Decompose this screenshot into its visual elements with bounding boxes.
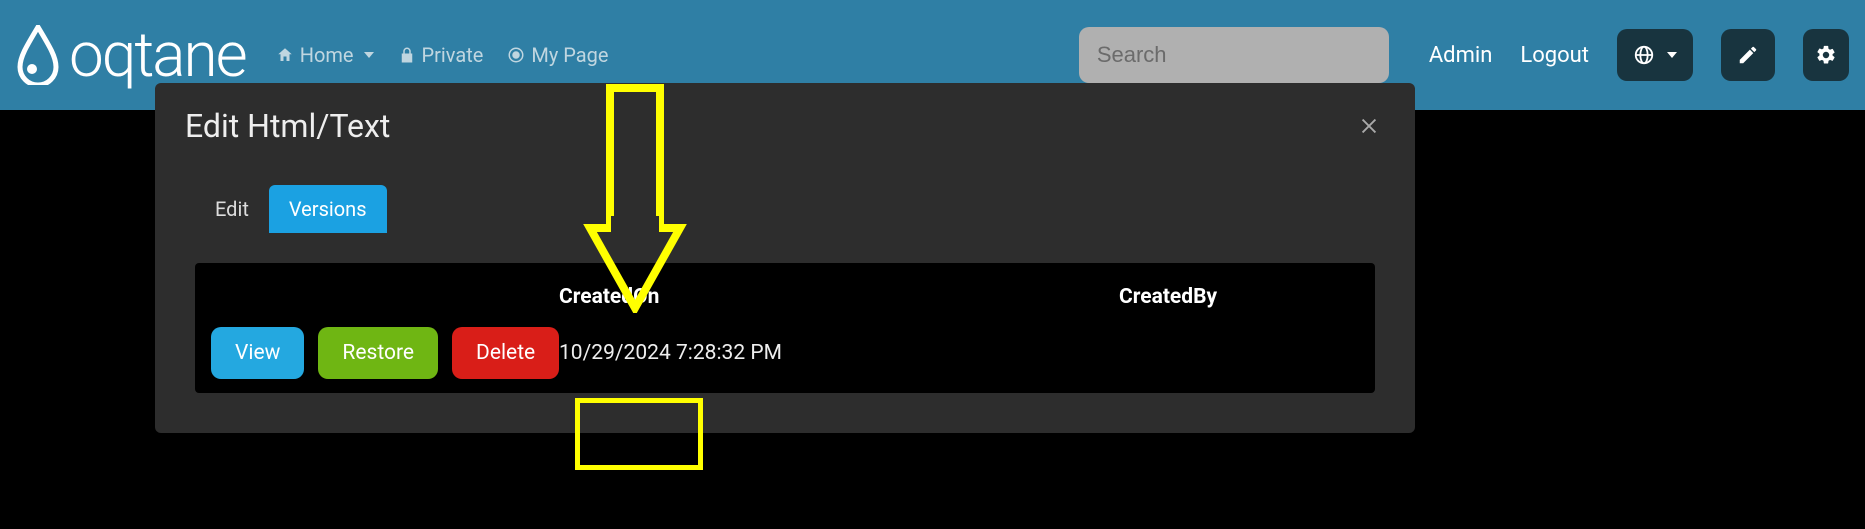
nav-home[interactable]: Home [276,43,374,67]
created-on-cell: 10/29/2024 7:28:32 PM [559,341,1119,365]
admin-link[interactable]: Admin [1429,43,1493,68]
delete-button[interactable]: Delete [452,327,559,379]
view-button[interactable]: View [211,327,304,379]
brand-logo[interactable]: oqtane [16,19,246,92]
brand-text: oqtane [69,19,246,92]
tabs: Edit Versions [195,185,1385,233]
col-actions [211,285,559,309]
language-button[interactable] [1617,29,1693,81]
col-created-on: CreatedOn [559,285,1119,309]
table-header-row: CreatedOn CreatedBy [211,277,1359,327]
search-box[interactable] [1079,27,1389,83]
table-row: View Restore Delete 10/29/2024 7:28:32 P… [211,327,1359,379]
caret-down-icon [364,52,374,58]
versions-table: CreatedOn CreatedBy View Restore Delete … [195,263,1375,393]
modal-title: Edit Html/Text [185,107,390,145]
modal-header: Edit Html/Text [185,107,1385,145]
lock-icon [398,46,416,64]
nav-private[interactable]: Private [398,43,484,67]
tab-versions[interactable]: Versions [269,185,387,233]
tab-edit[interactable]: Edit [195,185,269,233]
drop-icon [16,25,61,85]
caret-down-icon [1667,52,1677,58]
home-icon [276,46,294,64]
settings-button[interactable] [1803,29,1849,81]
col-created-by: CreatedBy [1119,285,1359,309]
search-wrap [1079,27,1389,83]
nav-right: Admin Logout [1429,29,1849,81]
nav-mypage-label: My Page [531,43,608,67]
gear-icon [1815,44,1837,66]
target-icon [507,46,525,64]
nav-mypage[interactable]: My Page [507,43,608,67]
edit-mode-button[interactable] [1721,29,1775,81]
search-input[interactable] [1097,42,1385,68]
close-button[interactable] [1353,110,1385,142]
globe-icon [1633,44,1655,66]
close-icon [1358,115,1380,137]
nav-links: Home Private My Page [276,43,609,67]
nav-private-label: Private [422,43,484,67]
actions-cell: View Restore Delete [211,327,559,379]
nav-home-label: Home [300,43,354,67]
pencil-icon [1737,44,1759,66]
logout-link[interactable]: Logout [1520,43,1589,68]
edit-modal: Edit Html/Text Edit Versions CreatedOn C… [155,83,1415,433]
restore-button[interactable]: Restore [318,327,438,379]
